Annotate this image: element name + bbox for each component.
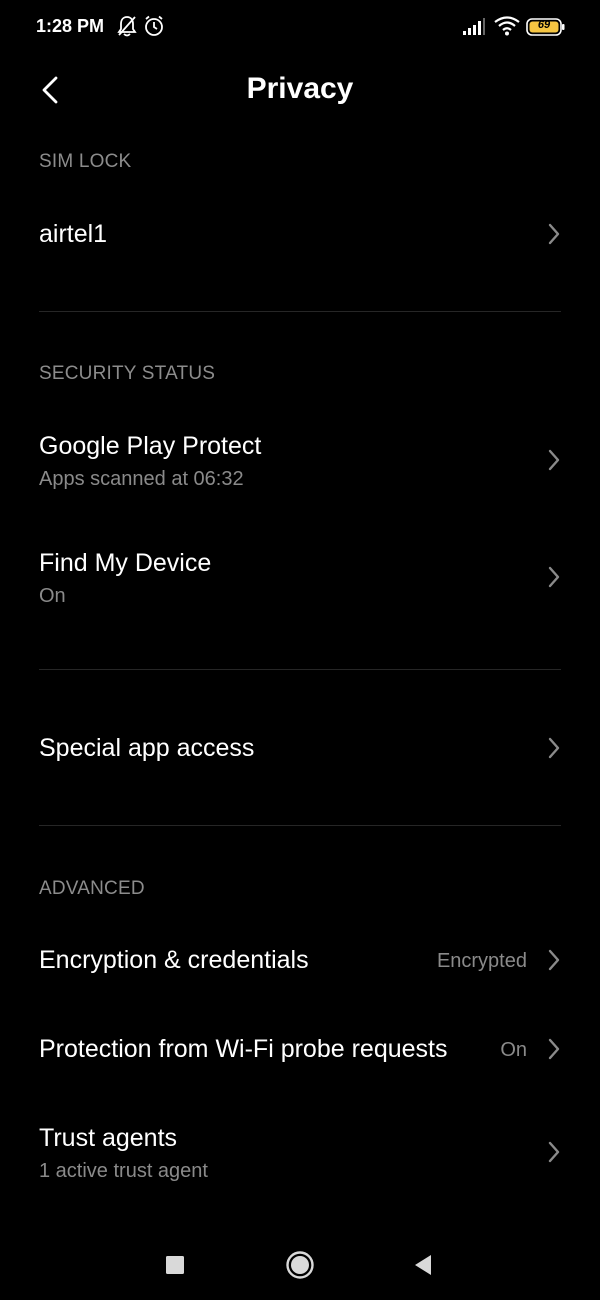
chevron-right-icon — [548, 737, 560, 759]
settings-row-wifi-probe-protection[interactable]: Protection from Wi-Fi probe requests On — [0, 1005, 600, 1095]
row-subtitle: 1 active trust agent — [39, 1160, 208, 1182]
navigation-bar — [0, 1230, 600, 1300]
settings-row-find-my-device[interactable]: Find My Device On — [0, 527, 600, 627]
row-subtitle: On — [39, 585, 66, 607]
row-subtitle: Apps scanned at 06:32 — [39, 468, 244, 490]
chevron-right-icon — [548, 223, 560, 245]
alarm-icon — [145, 15, 163, 36]
app-header: Privacy — [0, 56, 600, 126]
row-title: Google Play Protect — [39, 432, 262, 460]
settings-row-encryption-credentials[interactable]: Encryption & credentials Encrypted — [0, 916, 600, 1006]
settings-row-google-play-protect[interactable]: Google Play Protect Apps scanned at 06:3… — [0, 410, 600, 510]
section-header-security-status: SECURITY STATUS — [39, 363, 216, 384]
section-header-sim-lock: SIM LOCK — [39, 151, 132, 172]
divider — [39, 669, 561, 670]
settings-row-special-app-access[interactable]: Special app access — [0, 700, 600, 796]
divider — [39, 825, 561, 826]
status-time: 1:28 PM — [36, 16, 105, 36]
row-title: Special app access — [39, 734, 255, 762]
recents-square-icon — [166, 1256, 184, 1274]
settings-row-trust-agents[interactable]: Trust agents 1 active trust agent — [0, 1102, 600, 1202]
row-title: Protection from Wi-Fi probe requests — [39, 1035, 448, 1063]
row-title: airtel1 — [39, 220, 108, 248]
row-title: Trust agents — [39, 1124, 178, 1152]
chevron-right-icon — [548, 1038, 560, 1060]
row-title: Find My Device — [39, 549, 212, 577]
signal-icon — [463, 18, 485, 35]
chevron-right-icon — [548, 566, 560, 588]
section-header-advanced: ADVANCED — [39, 878, 145, 899]
divider — [39, 311, 561, 312]
settings-row-airtel1[interactable]: airtel1 — [0, 190, 600, 280]
home-circle-icon — [286, 1251, 314, 1279]
status-bar: 1:28 PM 69 — [0, 0, 600, 56]
chevron-right-icon — [548, 1141, 560, 1163]
chevron-right-icon — [548, 949, 560, 971]
row-value: Encrypted — [436, 950, 527, 972]
battery-icon: 69 — [526, 18, 565, 36]
battery-level: 69 — [537, 19, 551, 31]
wifi-icon — [494, 16, 520, 36]
page-title: Privacy — [246, 72, 354, 105]
row-value: On — [500, 1039, 527, 1061]
back-triangle-icon — [415, 1255, 431, 1275]
mute-icon — [117, 16, 137, 37]
row-title: Encryption & credentials — [39, 946, 309, 974]
home-button[interactable] — [275, 1240, 325, 1290]
chevron-right-icon — [548, 449, 560, 471]
recents-button[interactable] — [150, 1240, 200, 1290]
nav-back-button[interactable] — [398, 1240, 448, 1290]
